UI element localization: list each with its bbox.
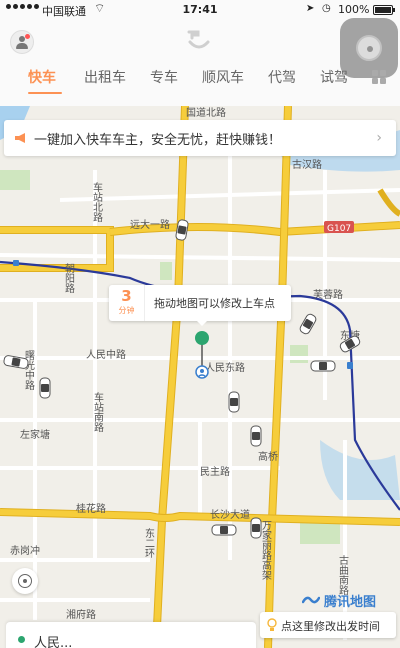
map-park bbox=[290, 345, 308, 363]
pickup-hint-text: 拖动地图可以修改上车点 bbox=[154, 297, 275, 310]
road-label: 朝阳路 bbox=[63, 263, 75, 294]
road-label: 东二环 bbox=[143, 527, 155, 559]
road-label: 人民东路 bbox=[205, 361, 245, 374]
eta-box: 3 分钟 bbox=[109, 285, 145, 321]
origin-dot-icon bbox=[18, 636, 25, 643]
metro-station-icon bbox=[347, 362, 353, 369]
modify-departure-time-button[interactable]: 点这里修改出发时间 bbox=[260, 612, 396, 638]
eta-value: 3 bbox=[121, 287, 132, 305]
notification-dot bbox=[25, 34, 30, 39]
battery-icon bbox=[373, 5, 395, 15]
battery-fill bbox=[375, 7, 391, 13]
road-label: 车站南路 bbox=[92, 391, 104, 433]
car-icon bbox=[228, 391, 240, 413]
road-label: 远大一路 bbox=[130, 218, 170, 231]
banner-text: 一键加入快车车主，安全无忧，赶快赚钱！ bbox=[34, 133, 282, 148]
road-label: 曙光中路 bbox=[23, 350, 35, 391]
alarm-icon: ◷ bbox=[322, 3, 331, 14]
origin-text: 人民... bbox=[34, 636, 73, 648]
map-provider-name: 腾讯地图 bbox=[324, 595, 377, 610]
status-bar: 中国联通 ⌔ 17:41 ➤ ◷ 100% bbox=[0, 0, 400, 20]
highway-label: G107 bbox=[327, 224, 351, 234]
locate-icon[interactable] bbox=[12, 568, 38, 594]
tencent-map-logo-icon bbox=[302, 596, 320, 604]
car-icon bbox=[299, 313, 317, 335]
modify-tip-text: 点这里修改出发时间 bbox=[281, 620, 380, 633]
location-services-icon: ➤ bbox=[306, 3, 315, 14]
tab-express[interactable]: 快车 bbox=[28, 67, 56, 87]
map-park bbox=[0, 170, 30, 190]
eta-unit: 分钟 bbox=[118, 306, 135, 315]
road-label: 赤岗冲 bbox=[10, 544, 40, 557]
map-provider-logo: 腾讯地图 bbox=[302, 590, 394, 610]
user-icon[interactable] bbox=[10, 30, 34, 54]
recruit-banner[interactable]: 一键加入快车车主，安全无忧，赶快赚钱！ › bbox=[4, 120, 396, 156]
road-label: 车站北路 bbox=[91, 181, 103, 223]
road-label: 湘府路 bbox=[66, 608, 96, 621]
app-header: 快车 出租车 专车 顺风车 代驾 试驾 bbox=[0, 18, 400, 106]
map-park bbox=[160, 262, 172, 280]
road-label: 左家塘 bbox=[20, 428, 50, 441]
megaphone-icon bbox=[15, 133, 25, 143]
pickup-hint-bubble: 3 分钟 拖动地图可以修改上车点 bbox=[109, 285, 291, 326]
service-tabs: 快车 出租车 专车 顺风车 代驾 试驾 bbox=[0, 62, 400, 96]
active-tab-indicator bbox=[28, 92, 62, 94]
road-label: 芙蓉路 bbox=[313, 288, 343, 301]
tab-hitch[interactable]: 顺风车 bbox=[202, 67, 244, 87]
map-pin-icon[interactable] bbox=[194, 330, 210, 380]
tab-taxi[interactable]: 出租车 bbox=[84, 67, 126, 87]
car-icon bbox=[39, 377, 51, 399]
car-icon bbox=[250, 425, 262, 447]
road-label: 高桥 bbox=[258, 450, 278, 463]
road-label: 国道北路 bbox=[186, 106, 226, 119]
didi-logo-icon bbox=[187, 30, 210, 49]
road-label: 桂花路 bbox=[76, 502, 106, 515]
car-icon bbox=[211, 524, 237, 536]
chevron-right-icon: › bbox=[376, 130, 382, 146]
road-label: 民主路 bbox=[200, 465, 230, 478]
road-label: 长沙大道 bbox=[210, 508, 250, 521]
bulb-icon bbox=[267, 618, 277, 631]
road-label: 人民中路 bbox=[86, 348, 126, 361]
metro-station-icon bbox=[13, 260, 19, 266]
grid-icon[interactable] bbox=[372, 70, 386, 84]
car-icon bbox=[250, 517, 262, 539]
tab-premier[interactable]: 专车 bbox=[150, 67, 178, 87]
origin-card[interactable]: 人民... bbox=[6, 622, 256, 648]
tab-test-drive[interactable]: 试驾 bbox=[320, 67, 348, 87]
car-icon bbox=[310, 360, 336, 372]
road-label: 古汉路 bbox=[292, 158, 322, 171]
tab-designated-driver[interactable]: 代驾 bbox=[268, 67, 296, 87]
battery-percentage: 100% bbox=[338, 3, 370, 16]
